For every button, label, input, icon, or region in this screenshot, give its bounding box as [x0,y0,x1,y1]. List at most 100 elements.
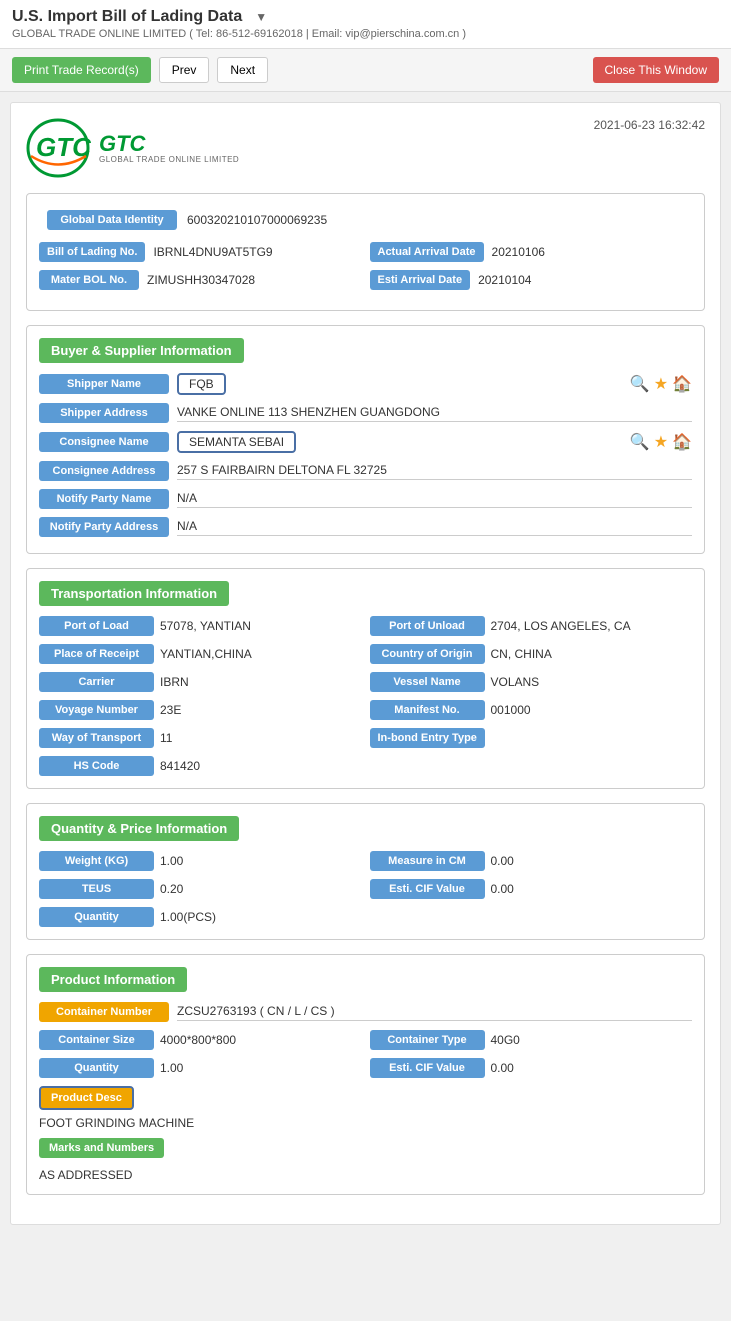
port-of-unload-value: 2704, LOS ANGELES, CA [491,619,631,633]
shipper-icons: 🔍 ★ 🏠 [630,374,692,394]
logo-main-text: GTC [99,133,239,155]
consignee-address-value: 257 S FAIRBAIRN DELTONA FL 32725 [177,463,692,480]
carrier-value: IBRN [160,675,189,689]
product-desc-value: FOOT GRINDING MACHINE [39,1116,692,1130]
quantity-price-grid: Weight (KG) 1.00 Measure in CM 0.00 TEUS… [39,851,692,927]
shipper-name-label: Shipper Name [39,374,169,394]
shipper-address-label: Shipper Address [39,403,169,423]
mater-bol-cell: Mater BOL No. ZIMUSHH30347028 [39,270,362,290]
container-number-label: Container Number [39,1002,169,1022]
place-of-receipt-value: YANTIAN,CHINA [160,647,252,661]
actual-arrival-cell: Actual Arrival Date 20210106 [370,242,693,262]
consignee-name-label: Consignee Name [39,432,169,452]
container-size-cell: Container Size 4000*800*800 [39,1030,362,1050]
qty-cell: Quantity 1.00(PCS) [39,907,692,927]
esti-arrival-value: 20210104 [478,273,531,287]
bol-no-value: IBRNL4DNU9AT5TG9 [153,245,272,259]
mater-bol-label: Mater BOL No. [39,270,139,290]
shipper-name-row: Shipper Name FQB 🔍 ★ 🏠 [39,373,692,395]
transportation-section: Transportation Information Port of Load … [26,568,705,789]
consignee-name-row: Consignee Name SEMANTA SEBAI 🔍 ★ 🏠 [39,431,692,453]
weight-cell: Weight (KG) 1.00 [39,851,362,871]
shipper-home-icon[interactable]: 🏠 [672,374,692,394]
shipper-search-icon[interactable]: 🔍 [630,374,650,394]
product-qty-cell: Quantity 1.00 [39,1058,362,1078]
carrier-label: Carrier [39,672,154,692]
qty-value: 1.00(PCS) [160,910,216,924]
country-of-origin-cell: Country of Origin CN, CHINA [370,644,693,664]
close-button[interactable]: Close This Window [593,57,719,83]
hs-code-cell: HS Code 841420 [39,756,692,776]
port-of-load-cell: Port of Load 57078, YANTIAN [39,616,362,636]
consignee-search-icon[interactable]: 🔍 [630,432,650,452]
next-button[interactable]: Next [217,57,268,83]
voyage-number-value: 23E [160,703,181,717]
global-identity-row: Global Data Identity 6003202101070000692… [39,206,692,234]
product-esti-cif-value: 0.00 [491,1061,514,1075]
shipper-name-value: FQB [177,373,226,395]
container-type-value: 40G0 [491,1033,520,1047]
marks-numbers-value: AS ADDRESSED [39,1168,692,1182]
page-header: U.S. Import Bill of Lading Data ▼ GLOBAL… [0,0,731,92]
product-esti-cif-cell: Esti. CIF Value 0.00 [370,1058,693,1078]
shipper-address-row: Shipper Address VANKE ONLINE 113 SHENZHE… [39,403,692,423]
notify-party-address-label: Notify Party Address [39,517,169,537]
measure-cell: Measure in CM 0.00 [370,851,693,871]
product-information-header: Product Information [39,967,187,992]
vessel-name-cell: Vessel Name VOLANS [370,672,693,692]
qty-label: Quantity [39,907,154,927]
country-of-origin-label: Country of Origin [370,644,485,664]
port-of-unload-label: Port of Unload [370,616,485,636]
product-desc-row: Product Desc FOOT GRINDING MACHINE [39,1086,692,1130]
bol-no-label: Bill of Lading No. [39,242,145,262]
bol-grid: Bill of Lading No. IBRNL4DNU9AT5TG9 Actu… [39,242,692,290]
quantity-price-section: Quantity & Price Information Weight (KG)… [26,803,705,940]
vessel-name-value: VOLANS [491,675,540,689]
shipper-star-icon[interactable]: ★ [654,374,668,394]
notify-party-name-value: N/A [177,491,692,508]
container-number-value: ZCSU2763193 ( CN / L / CS ) [177,1004,692,1021]
consignee-address-label: Consignee Address [39,461,169,481]
document-header: GTC GTC GLOBAL TRADE ONLINE LIMITED 2021… [26,118,705,178]
teus-label: TEUS [39,879,154,899]
consignee-star-icon[interactable]: ★ [654,432,668,452]
marks-numbers-button[interactable]: Marks and Numbers [39,1138,164,1158]
voyage-number-label: Voyage Number [39,700,154,720]
country-of-origin-value: CN, CHINA [491,647,552,661]
hs-code-value: 841420 [160,759,200,773]
esti-cif-label: Esti. CIF Value [370,879,485,899]
measure-value: 0.00 [491,854,514,868]
prev-button[interactable]: Prev [159,57,210,83]
consignee-home-icon[interactable]: 🏠 [672,432,692,452]
container-size-label: Container Size [39,1030,154,1050]
logo-area: GTC GTC GLOBAL TRADE ONLINE LIMITED [26,118,239,178]
place-of-receipt-cell: Place of Receipt YANTIAN,CHINA [39,644,362,664]
global-identity-value: 600320210107000069235 [187,213,327,227]
page-title: U.S. Import Bill of Lading Data ▼ [12,8,719,26]
title-dropdown-icon[interactable]: ▼ [255,10,267,24]
logo-text-area: GTC GLOBAL TRADE ONLINE LIMITED [99,133,239,164]
logo-tagline: GLOBAL TRADE ONLINE LIMITED [99,155,239,164]
shipper-address-value: VANKE ONLINE 113 SHENZHEN GUANGDONG [177,405,692,422]
print-button[interactable]: Print Trade Record(s) [12,57,151,83]
esti-cif-value: 0.00 [491,882,514,896]
notify-party-name-row: Notify Party Name N/A [39,489,692,509]
way-of-transport-cell: Way of Transport 11 [39,728,362,748]
product-information-section: Product Information Container Number ZCS… [26,954,705,1195]
measure-label: Measure in CM [370,851,485,871]
consignee-address-row: Consignee Address 257 S FAIRBAIRN DELTON… [39,461,692,481]
product-desc-button[interactable]: Product Desc [39,1086,134,1110]
page-subtitle: GLOBAL TRADE ONLINE LIMITED ( Tel: 86-51… [12,28,719,40]
way-of-transport-value: 11 [160,731,172,745]
transport-grid: Port of Load 57078, YANTIAN Port of Unlo… [39,616,692,776]
marks-numbers-row: Marks and Numbers AS ADDRESSED [39,1138,692,1182]
in-bond-entry-label: In-bond Entry Type [370,728,485,748]
manifest-no-value: 001000 [491,703,531,717]
weight-label: Weight (KG) [39,851,154,871]
buyer-supplier-header: Buyer & Supplier Information [39,338,244,363]
notify-party-address-row: Notify Party Address N/A [39,517,692,537]
product-esti-cif-label: Esti. CIF Value [370,1058,485,1078]
consignee-icons: 🔍 ★ 🏠 [630,432,692,452]
esti-arrival-cell: Esti Arrival Date 20210104 [370,270,693,290]
manifest-no-cell: Manifest No. 001000 [370,700,693,720]
